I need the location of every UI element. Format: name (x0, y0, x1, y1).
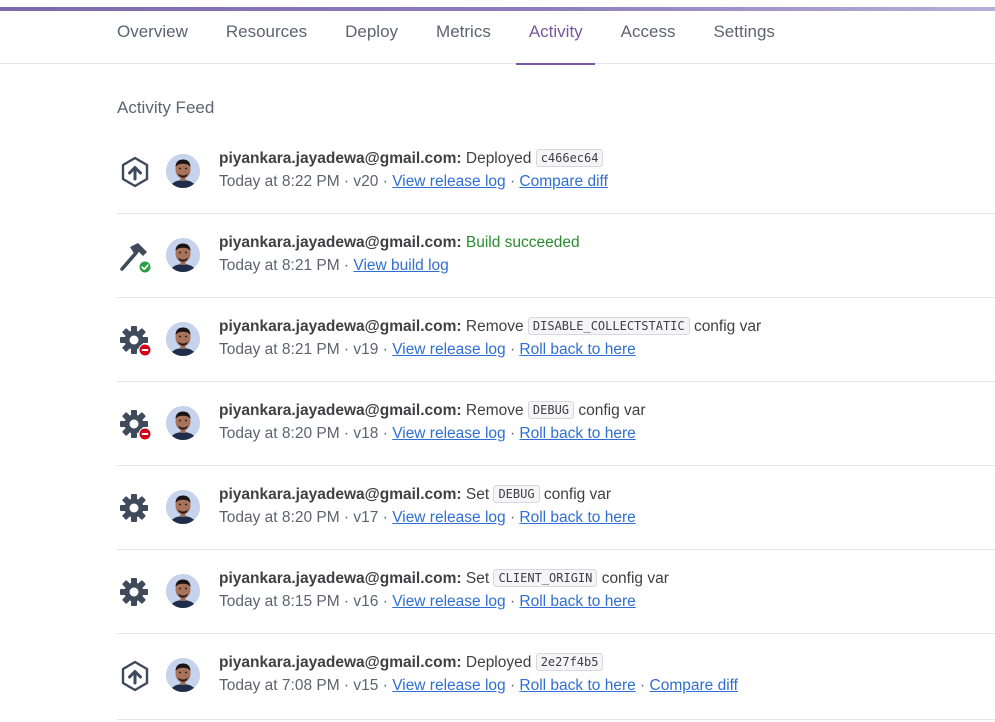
tab-resources[interactable]: Resources (226, 11, 307, 64)
activity-item: piyankara.jayadewa@gmail.com: Remove DIS… (117, 298, 995, 382)
deploy-icon (117, 154, 153, 190)
activity-meta: Today at 8:21 PM · View build log (219, 257, 449, 274)
activity-item: piyankara.jayadewa@gmail.com: Set DEBUG … (117, 466, 995, 550)
user-email: piyankara.jayadewa@gmail.com: (219, 654, 462, 671)
timestamp: Today at 8:21 PM (219, 257, 340, 274)
activity-description: piyankara.jayadewa@gmail.com: Deployed c… (219, 148, 604, 170)
view-release-log-link[interactable]: View release log (392, 425, 505, 442)
activity-meta: Today at 8:20 PM · v17 · View release lo… (219, 509, 636, 526)
view-release-log-link[interactable]: View release log (392, 593, 505, 610)
activity-item: piyankara.jayadewa@gmail.com: Remove DEB… (117, 382, 995, 466)
activity-meta: Today at 8:21 PM · v19 · View release lo… (219, 341, 636, 358)
code-badge: CLIENT_ORIGIN (493, 569, 598, 587)
roll-back-to-here-link[interactable]: Roll back to here (519, 677, 635, 694)
activity-meta: Today at 8:20 PM · v18 · View release lo… (219, 425, 636, 442)
action-text: Deployed (465, 150, 532, 167)
user-email: piyankara.jayadewa@gmail.com: (219, 150, 462, 167)
activity-description: piyankara.jayadewa@gmail.com: Remove DIS… (219, 316, 761, 338)
avatar (166, 322, 200, 356)
build-hammer-icon (117, 238, 153, 274)
code-badge: DISABLE_COLLECTSTATIC (527, 317, 690, 335)
action-text: Set (465, 486, 490, 503)
avatar (166, 154, 200, 188)
roll-back-to-here-link[interactable]: Roll back to here (519, 593, 635, 610)
code-badge: c466ec64 (535, 149, 604, 167)
activity-description: piyankara.jayadewa@gmail.com: Set CLIENT… (219, 568, 669, 590)
action-text: Deployed (465, 654, 532, 671)
config-remove-icon (117, 322, 153, 358)
timestamp: Today at 8:20 PM (219, 509, 340, 526)
version-label: v15 (353, 677, 379, 694)
tab-overview[interactable]: Overview (117, 11, 188, 64)
roll-back-to-here-link[interactable]: Roll back to here (519, 509, 635, 526)
user-email: piyankara.jayadewa@gmail.com: (219, 570, 462, 587)
version-label: v20 (353, 173, 379, 190)
user-email: piyankara.jayadewa@gmail.com: (219, 234, 462, 251)
activity-item: piyankara.jayadewa@gmail.com: Deployed 2… (117, 634, 995, 720)
action-suffix: config var (693, 318, 762, 335)
code-badge: DEBUG (493, 485, 540, 503)
timestamp: Today at 7:08 PM (219, 677, 340, 694)
timestamp: Today at 8:20 PM (219, 425, 340, 442)
version-label: v19 (353, 341, 379, 358)
activity-item: piyankara.jayadewa@gmail.com: Deployed c… (117, 130, 995, 214)
tab-settings[interactable]: Settings (713, 11, 774, 64)
activity-item: piyankara.jayadewa@gmail.com: Build succ… (117, 214, 995, 298)
tab-access[interactable]: Access (621, 11, 676, 64)
activity-item: piyankara.jayadewa@gmail.com: Set CLIENT… (117, 550, 995, 634)
avatar (166, 406, 200, 440)
activity-meta: Today at 8:22 PM · v20 · View release lo… (219, 173, 608, 190)
avatar (166, 658, 200, 692)
view-release-log-link[interactable]: View release log (392, 341, 505, 358)
action-text: Remove (465, 318, 524, 335)
roll-back-to-here-link[interactable]: Roll back to here (519, 341, 635, 358)
gear-icon (117, 574, 153, 610)
activity-meta: Today at 8:15 PM · v16 · View release lo… (219, 593, 636, 610)
build-status: Build succeeded (465, 234, 580, 251)
code-badge: DEBUG (527, 401, 575, 419)
action-text: Remove (465, 402, 524, 419)
action-suffix: config var (578, 402, 646, 419)
tab-deploy[interactable]: Deploy (345, 11, 398, 64)
activity-description: piyankara.jayadewa@gmail.com: Deployed 2… (219, 652, 604, 674)
view-release-log-link[interactable]: View release log (392, 173, 505, 190)
activity-description: piyankara.jayadewa@gmail.com: Set DEBUG … (219, 484, 611, 506)
timestamp: Today at 8:22 PM (219, 173, 340, 190)
top-navigation: Overview Resources Deploy Metrics Activi… (0, 0, 995, 65)
tab-activity[interactable]: Activity (515, 11, 595, 65)
action-suffix: config var (601, 570, 669, 587)
user-email: piyankara.jayadewa@gmail.com: (219, 318, 462, 335)
view-release-log-link[interactable]: View release log (392, 509, 505, 526)
activity-description: piyankara.jayadewa@gmail.com: Build succ… (219, 232, 580, 254)
view-release-log-link[interactable]: View release log (392, 677, 505, 694)
roll-back-to-here-link[interactable]: Roll back to here (519, 425, 635, 442)
config-remove-icon (117, 406, 153, 442)
tab-bar: Overview Resources Deploy Metrics Activi… (117, 11, 813, 65)
action-suffix: config var (543, 486, 612, 503)
compare-diff-link[interactable]: Compare diff (650, 677, 738, 694)
tab-metrics[interactable]: Metrics (436, 11, 491, 64)
deploy-icon (117, 658, 153, 694)
user-email: piyankara.jayadewa@gmail.com: (219, 486, 462, 503)
action-text: Set (465, 570, 490, 587)
activity-feed-title: Activity Feed (117, 98, 215, 117)
version-label: v17 (353, 509, 379, 526)
avatar (166, 574, 200, 608)
activity-feed: piyankara.jayadewa@gmail.com: Deployed c… (117, 130, 995, 720)
code-badge: 2e27f4b5 (535, 653, 604, 671)
version-label: v18 (353, 425, 379, 442)
avatar (166, 238, 200, 272)
version-label: v16 (353, 593, 379, 610)
view-build-log-link[interactable]: View build log (353, 257, 448, 274)
compare-diff-link[interactable]: Compare diff (519, 173, 607, 190)
gear-icon (117, 490, 153, 526)
activity-description: piyankara.jayadewa@gmail.com: Remove DEB… (219, 400, 646, 422)
user-email: piyankara.jayadewa@gmail.com: (219, 402, 462, 419)
activity-meta: Today at 7:08 PM · v15 · View release lo… (219, 677, 738, 694)
avatar (166, 490, 200, 524)
timestamp: Today at 8:21 PM (219, 341, 340, 358)
timestamp: Today at 8:15 PM (219, 593, 340, 610)
